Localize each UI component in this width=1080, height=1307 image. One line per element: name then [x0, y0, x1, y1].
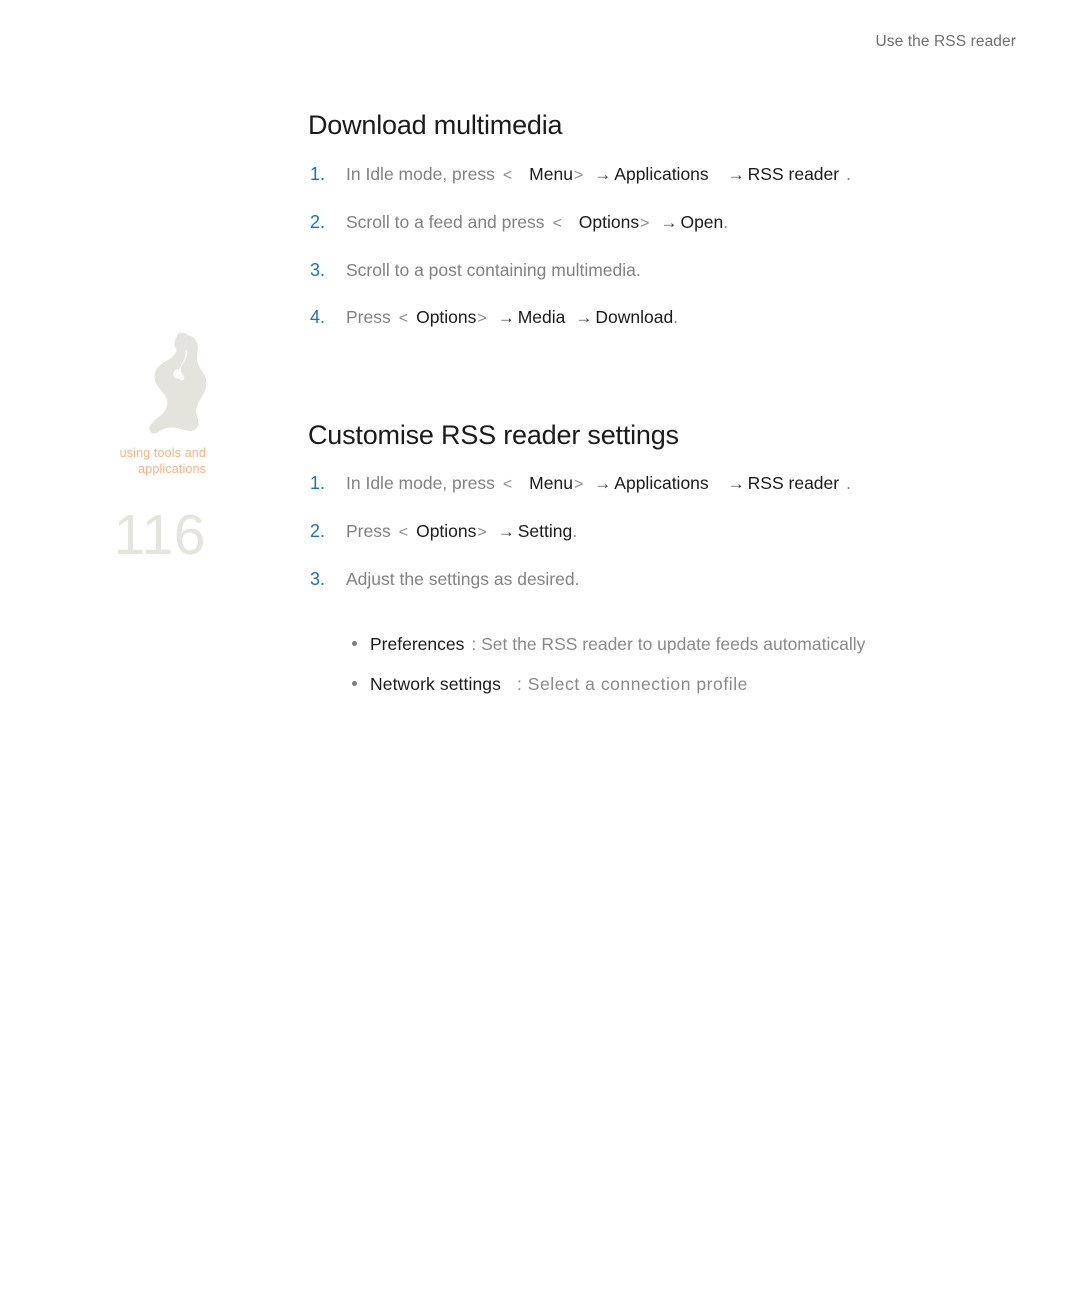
step-text-run: Press — [346, 521, 391, 541]
ui-term: Download — [595, 307, 674, 327]
step-text-run: . — [673, 307, 679, 327]
ui-term: RSS reader — [747, 164, 840, 184]
ui-term: Open — [680, 212, 724, 232]
step-text-run: Scroll to a feed and press — [346, 212, 545, 232]
bullet-dot-icon — [352, 681, 357, 686]
bracket-close: > — [640, 215, 650, 232]
step-text-run: . — [846, 473, 851, 493]
arrow-icon: → — [497, 308, 515, 327]
running-header-title: Use the RSS reader — [875, 33, 1016, 50]
step-text-run: Adjust the settings as desired. — [346, 569, 580, 589]
chapter-label-line-2: applications — [138, 461, 206, 476]
option-description: Select a connection profile — [527, 674, 748, 694]
section-title-customise-rss-reader-settings: Customise RSS reader settings — [308, 420, 679, 450]
procedure-list-download-multimedia: 1. In Idle mode, press < Menu> → Application… — [308, 160, 1008, 351]
option-separator: : — [516, 674, 523, 694]
bracket-open: < — [398, 524, 409, 541]
procedure-step: 1. In Idle mode, press < Menu> → Application… — [308, 160, 1008, 190]
step-text: In Idle mode, press < Menu> → Applications → R… — [346, 469, 1008, 499]
bracket-close: > — [573, 476, 584, 493]
arrow-icon: → — [727, 474, 745, 493]
procedure-step: 3. Adjust the settings as desired. — [308, 565, 1008, 594]
step-number: 3. — [310, 260, 326, 280]
arrow-icon: → — [660, 213, 678, 232]
step-text-run: In Idle mode, press — [346, 164, 495, 184]
step-number: 4. — [310, 307, 326, 327]
settings-option-list: Preferences: Set the RSS reader to updat… — [346, 630, 986, 710]
step-text: In Idle mode, press < Menu> → Applications → R… — [346, 160, 1008, 190]
ui-term: Applications — [614, 164, 709, 184]
step-text: Adjust the settings as desired. — [346, 565, 1008, 594]
ui-term: Menu — [529, 473, 573, 493]
procedure-step: 1. In Idle mode, press < Menu> → Application… — [308, 469, 1008, 499]
step-number: 1. — [310, 164, 326, 184]
arrow-icon: → — [727, 165, 745, 184]
bracket-close: > — [573, 167, 584, 184]
step-text: Scroll to a post containing multimedia. — [346, 256, 1008, 285]
bracket-open: < — [502, 167, 513, 184]
step-text-run: . — [572, 521, 578, 541]
ui-term: RSS reader — [747, 473, 840, 493]
arrow-icon: → — [497, 522, 515, 541]
arrow-icon: → — [575, 308, 593, 327]
step-number: 2. — [310, 521, 326, 541]
bracket-open: < — [552, 215, 562, 232]
list-item: Preferences: Set the RSS reader to updat… — [346, 630, 986, 658]
procedure-step: 2. Scroll to a feed and press < Options> → O… — [308, 208, 1008, 238]
list-item: Network settings: Select a connection pr… — [346, 670, 986, 698]
arrow-icon: → — [594, 165, 612, 184]
page-number: 116 — [113, 503, 206, 567]
arrow-icon: → — [594, 474, 612, 493]
ui-term: Options — [416, 307, 477, 327]
step-text: Press < Options> → Setting. — [346, 517, 1008, 547]
step-text-run: . — [846, 164, 851, 184]
bracket-close: > — [477, 310, 487, 327]
step-text: Press < Options> → Media → Download. — [346, 303, 1008, 333]
step-text-run: In Idle mode, press — [346, 473, 495, 493]
bracket-open: < — [502, 476, 513, 493]
bracket-open: < — [398, 310, 409, 327]
ui-term: Menu — [529, 164, 573, 184]
person-with-headphones-silhouette-icon — [146, 333, 208, 443]
option-description: Set the RSS reader to update feeds autom… — [481, 634, 866, 654]
ui-term: Setting — [517, 521, 573, 541]
option-name: Preferences — [370, 634, 465, 654]
chapter-label: using tools and applications — [60, 446, 206, 477]
bracket-close: > — [477, 524, 487, 541]
step-number: 1. — [310, 473, 326, 493]
page-margin-sidebar: using tools and applications 116 — [0, 0, 300, 1307]
step-number: 2. — [310, 212, 326, 232]
option-separator: : — [471, 634, 477, 654]
procedure-step: 3. Scroll to a post containing multimedi… — [308, 256, 1008, 285]
ui-term: Media — [517, 307, 566, 327]
ui-term: Options — [578, 212, 640, 232]
step-text-run: Press — [346, 307, 391, 327]
step-text: Scroll to a feed and press < Options> → Open… — [346, 208, 1008, 238]
bullet-dot-icon — [352, 641, 357, 646]
step-text-run: . — [723, 212, 729, 232]
step-text-run: Scroll to a post containing multimedia. — [346, 260, 641, 280]
section-title-download-multimedia: Download multimedia — [308, 110, 563, 140]
option-name: Network settings — [370, 674, 501, 694]
procedure-step: 4. Press < Options> → Media → Download. — [308, 303, 1008, 333]
chapter-label-line-1: using tools and — [119, 446, 206, 460]
step-number: 3. — [310, 569, 326, 589]
procedure-step: 2. Press < Options> → Setting. — [308, 517, 1008, 547]
ui-term: Applications — [614, 473, 709, 493]
procedure-list-customise-settings: 1. In Idle mode, press < Menu> → Application… — [308, 469, 1008, 612]
ui-term: Options — [416, 521, 477, 541]
